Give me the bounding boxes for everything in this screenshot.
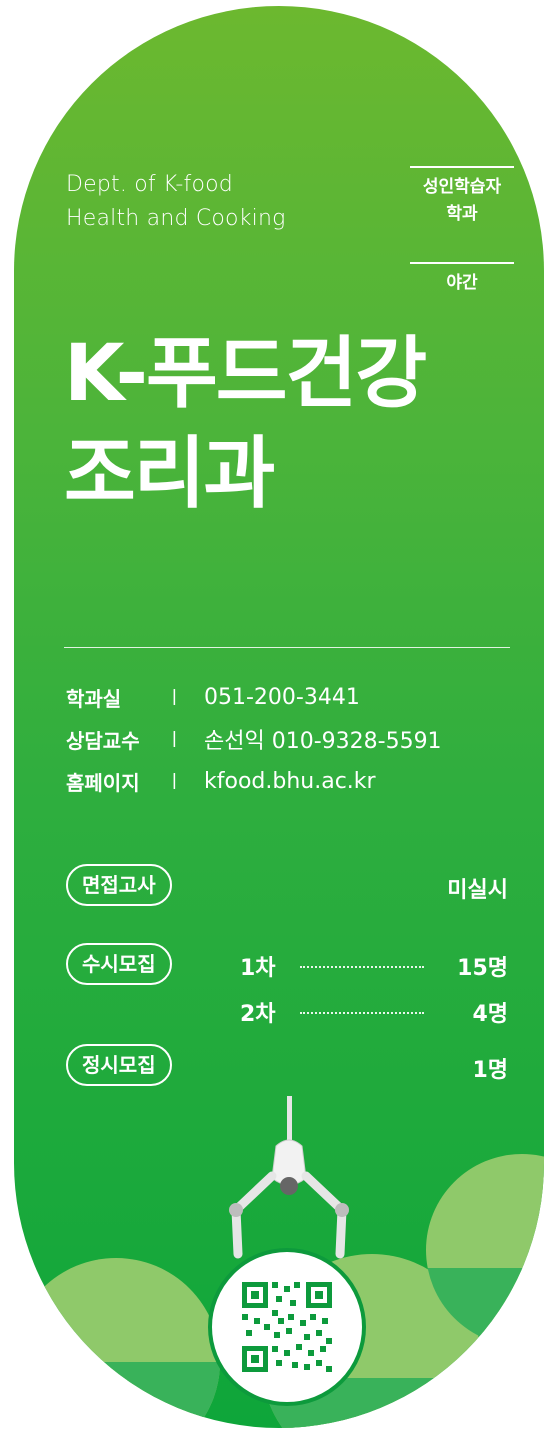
claw-machine-icon <box>229 1096 349 1259</box>
qr-code-badge[interactable] <box>208 1248 366 1406</box>
poster-card: Dept. of K-food Health and Cooking 성인학습자… <box>14 6 544 1428</box>
qr-code-icon <box>242 1282 332 1372</box>
